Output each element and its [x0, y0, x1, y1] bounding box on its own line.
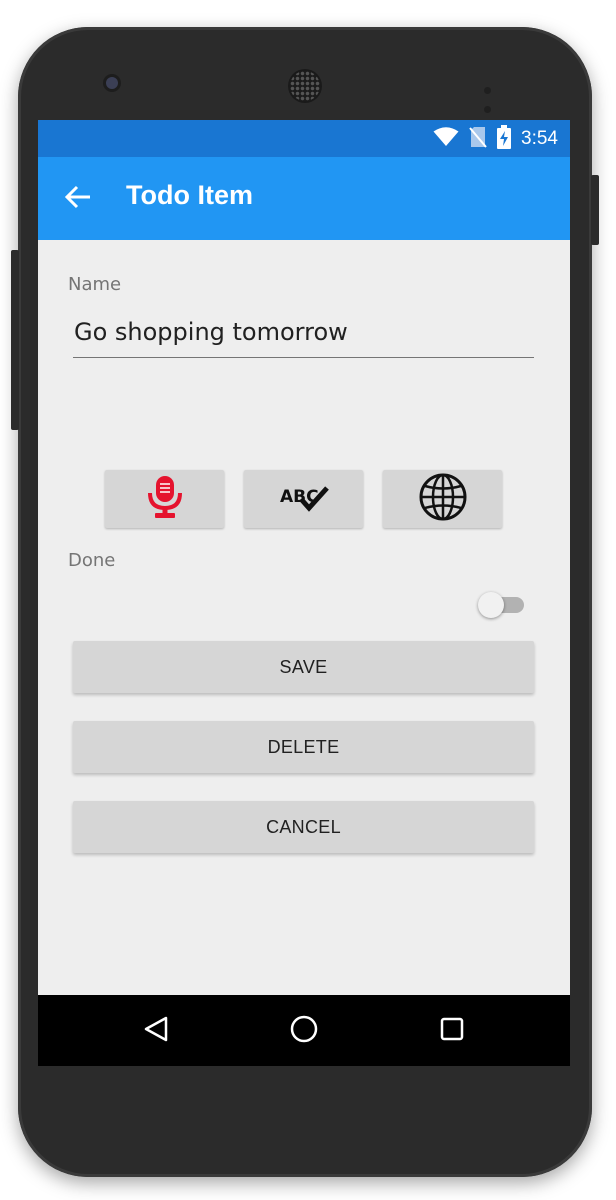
cancel-button[interactable]: CANCEL [73, 801, 534, 853]
power-button [591, 175, 599, 245]
front-camera [106, 77, 118, 89]
nav-back-button[interactable] [138, 1013, 174, 1049]
spellcheck-button[interactable]: ABC [244, 470, 363, 528]
phone-top-bezel [18, 27, 592, 122]
nav-back-icon [142, 1015, 170, 1047]
save-button[interactable]: SAVE [73, 641, 534, 693]
status-icons: 3:54 [433, 124, 558, 153]
delete-button[interactable]: DELETE [73, 721, 534, 773]
nav-home-icon [289, 1014, 319, 1048]
no-sim-icon [469, 126, 487, 152]
done-label: Done [68, 550, 116, 571]
volume-button [11, 250, 19, 430]
nav-recents-button[interactable] [434, 1013, 470, 1049]
battery-charging-icon [497, 124, 512, 153]
globe-button[interactable] [383, 470, 502, 528]
status-time: 3:54 [521, 127, 558, 149]
app-toolbar: Todo Item [38, 157, 570, 240]
done-switch[interactable] [478, 592, 524, 618]
microphone-icon [147, 475, 183, 523]
name-label: Name [68, 274, 122, 295]
name-input[interactable] [73, 313, 534, 358]
proximity-sensors [484, 79, 512, 113]
switch-thumb [478, 592, 504, 618]
device-screen: 3:54 Todo Item Name Go shopping tomorrow… [38, 120, 570, 1066]
nav-home-button[interactable] [286, 1013, 322, 1049]
nav-recents-icon [439, 1016, 465, 1046]
status-bar: 3:54 [38, 120, 570, 157]
navigation-bar [38, 995, 570, 1066]
icon-button-row: ABC [105, 470, 505, 530]
earpiece-speaker [290, 71, 320, 101]
microphone-button[interactable] [105, 470, 224, 528]
globe-icon [419, 473, 467, 525]
page-title: Todo Item [126, 180, 253, 210]
spellcheck-icon: ABC [279, 482, 329, 516]
back-button[interactable] [58, 179, 98, 219]
wifi-icon [433, 126, 459, 151]
arrow-back-icon [64, 185, 92, 213]
